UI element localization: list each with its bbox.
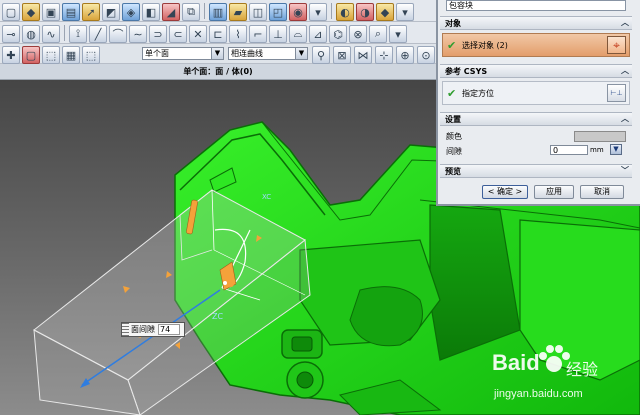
chevron-up-icon[interactable]: ︿ xyxy=(618,65,632,77)
face-gap-input[interactable]: 74 xyxy=(158,324,180,335)
intent-icon[interactable]: ⚲ xyxy=(312,46,330,64)
face-gap-handle[interactable]: 面间隙 74 xyxy=(121,322,185,337)
sew-icon[interactable]: ⧉ xyxy=(182,3,200,21)
intersect-curve-icon[interactable]: ✕ xyxy=(189,25,207,43)
endpoint-icon[interactable]: ⊹ xyxy=(375,46,393,64)
chevron-down-icon: ▼ xyxy=(211,48,223,59)
project-curve-icon[interactable]: ⊂ xyxy=(169,25,187,43)
circle-tool-icon[interactable]: ◍ xyxy=(22,25,40,43)
extend-icon[interactable]: ◑ xyxy=(356,3,374,21)
trim-icon[interactable]: ◐ xyxy=(336,3,354,21)
mold-tool-icon[interactable]: ▰ xyxy=(229,3,247,21)
straight-line-icon[interactable]: ╱ xyxy=(89,25,107,43)
box-select-icon[interactable]: ⬚ xyxy=(82,46,100,64)
section-preview[interactable]: 预览 ﹀ xyxy=(440,164,632,178)
join-curve-icon[interactable]: ⌇ xyxy=(229,25,247,43)
crosshair-icon[interactable]: ⌖ xyxy=(607,36,626,54)
stop-icon[interactable]: ⊠ xyxy=(333,46,351,64)
midpoint-icon[interactable]: ⊕ xyxy=(396,46,414,64)
chevron-down-icon[interactable]: ﹀ xyxy=(618,165,632,177)
line-tool-icon[interactable]: ⊸ xyxy=(2,25,20,43)
trim-body-icon[interactable]: ◧ xyxy=(142,3,160,21)
rulers-icon[interactable]: ⊥ xyxy=(269,25,287,43)
section-settings[interactable]: 设置 ︿ xyxy=(440,112,632,126)
chevron-up-icon[interactable]: ︿ xyxy=(618,17,632,29)
gap-stepper-icon[interactable]: ▼ xyxy=(610,144,622,155)
zc-axis-label: ZC xyxy=(212,312,224,321)
bridge-curve-icon[interactable]: ⊏ xyxy=(209,25,227,43)
ok-button[interactable]: < 确定 > xyxy=(482,185,528,199)
snap-icon[interactable]: ✚ xyxy=(2,46,20,64)
filter-icon[interactable]: ⬚ xyxy=(42,46,60,64)
window-title: 单个面：面 / 体(0) xyxy=(0,64,436,80)
bounding-box-icon[interactable]: ◆ xyxy=(376,3,394,21)
patch-icon[interactable]: ◉ xyxy=(289,3,307,21)
gap-unit: mm xyxy=(590,146,604,154)
select-icon[interactable]: ▢ xyxy=(22,46,40,64)
specify-orientation-row[interactable]: ✔ 指定方位 ⊢⊥ xyxy=(442,81,630,105)
extrude-icon[interactable]: ▤ xyxy=(62,3,80,21)
arrow-icon[interactable]: ➚ xyxy=(82,3,100,21)
baidu-watermark: Baid 经验 jingyan.baidu.com xyxy=(488,344,638,410)
arc-icon[interactable]: ⌒ xyxy=(109,25,127,43)
offset-face-icon[interactable]: ◈ xyxy=(122,3,140,21)
face-icon[interactable]: ▥ xyxy=(209,3,227,21)
color-swatch[interactable] xyxy=(574,131,626,142)
surface-icon[interactable]: ◰ xyxy=(269,3,287,21)
fillet-icon[interactable]: ⌓ xyxy=(289,25,307,43)
chevron-down-icon: ▼ xyxy=(295,48,307,59)
center-icon[interactable]: ⊙ xyxy=(417,46,435,64)
analysis-icon[interactable]: ⌕ xyxy=(369,25,387,43)
apply-button[interactable]: 应用 xyxy=(534,185,574,199)
drag-grip-icon[interactable] xyxy=(122,323,129,336)
more-curve-icon[interactable]: ▾ xyxy=(389,25,407,43)
check-icon: ✔ xyxy=(447,87,457,100)
gap-label: 间隙 xyxy=(446,147,462,156)
select-object-row[interactable]: ✔ 选择对象 (2) ⌖ xyxy=(442,33,630,57)
new-part-icon[interactable]: ▢ xyxy=(2,3,20,21)
gap-input[interactable]: 0 xyxy=(550,145,588,155)
spline-tool-icon[interactable]: ∿ xyxy=(42,25,60,43)
feature-icon[interactable]: ◆ xyxy=(22,3,40,21)
type-dropdown[interactable]: 包容块 xyxy=(446,0,626,11)
bounding-box-dialog: 包容块 对象 ︿ ✔ 选择对象 (2) ⌖ 参考 CSYS ︿ ✔ 指定方位 ⊢… xyxy=(436,0,640,206)
curve-rule-dropdown[interactable]: 相连曲线 ▼ xyxy=(228,47,308,60)
toolbar-row-1: ▢ ◆ ▣ ▤ ➚ ◩ ◈ ◧ ◢ ⧉ ▥ ▰ ◫ ◰ ◉ ▾ ◐ ◑ ◆ ▾ xyxy=(0,0,436,22)
sheet-icon[interactable]: ◩ xyxy=(102,3,120,21)
offset-curve-icon[interactable]: ⊃ xyxy=(149,25,167,43)
section-object[interactable]: 对象 ︿ xyxy=(440,16,632,30)
curve-icon[interactable]: ∼ xyxy=(129,25,147,43)
color-label: 颜色 xyxy=(446,132,462,141)
check-icon: ✔ xyxy=(447,39,457,52)
snap-point-icon[interactable]: ⋈ xyxy=(354,46,372,64)
chamfer-icon[interactable]: ⊿ xyxy=(309,25,327,43)
dropdown-arrow-icon[interactable]: ▾ xyxy=(309,3,327,21)
divide-curve-icon[interactable]: ⌐ xyxy=(249,25,267,43)
chevron-up-icon[interactable]: ︿ xyxy=(618,113,632,125)
section-csys[interactable]: 参考 CSYS ︿ xyxy=(440,64,632,78)
csys-icon[interactable]: ⊢⊥ xyxy=(607,84,626,102)
xc-axis-label: XC xyxy=(262,193,272,201)
select-all-icon[interactable]: ▦ xyxy=(62,46,80,64)
more-tools-icon[interactable]: ▾ xyxy=(396,3,414,21)
cancel-button[interactable]: 取消 xyxy=(580,185,624,199)
point-icon[interactable]: ⟟ xyxy=(69,25,87,43)
split-icon[interactable]: ◫ xyxy=(249,3,267,21)
helix-icon[interactable]: ⌬ xyxy=(329,25,347,43)
toolbar-row-2: ⊸ ◍ ∿ ⟟ ╱ ⌒ ∼ ⊃ ⊂ ✕ ⊏ ⌇ ⌐ ⊥ ⌓ ⊿ ⌬ ⊗ ⌕ ▾ xyxy=(0,22,436,44)
selection-filter-dropdown[interactable]: 单个面 ▼ xyxy=(142,47,224,60)
tube-icon[interactable]: ⊗ xyxy=(349,25,367,43)
block-icon[interactable]: ▣ xyxy=(42,3,60,21)
draft-icon[interactable]: ◢ xyxy=(162,3,180,21)
